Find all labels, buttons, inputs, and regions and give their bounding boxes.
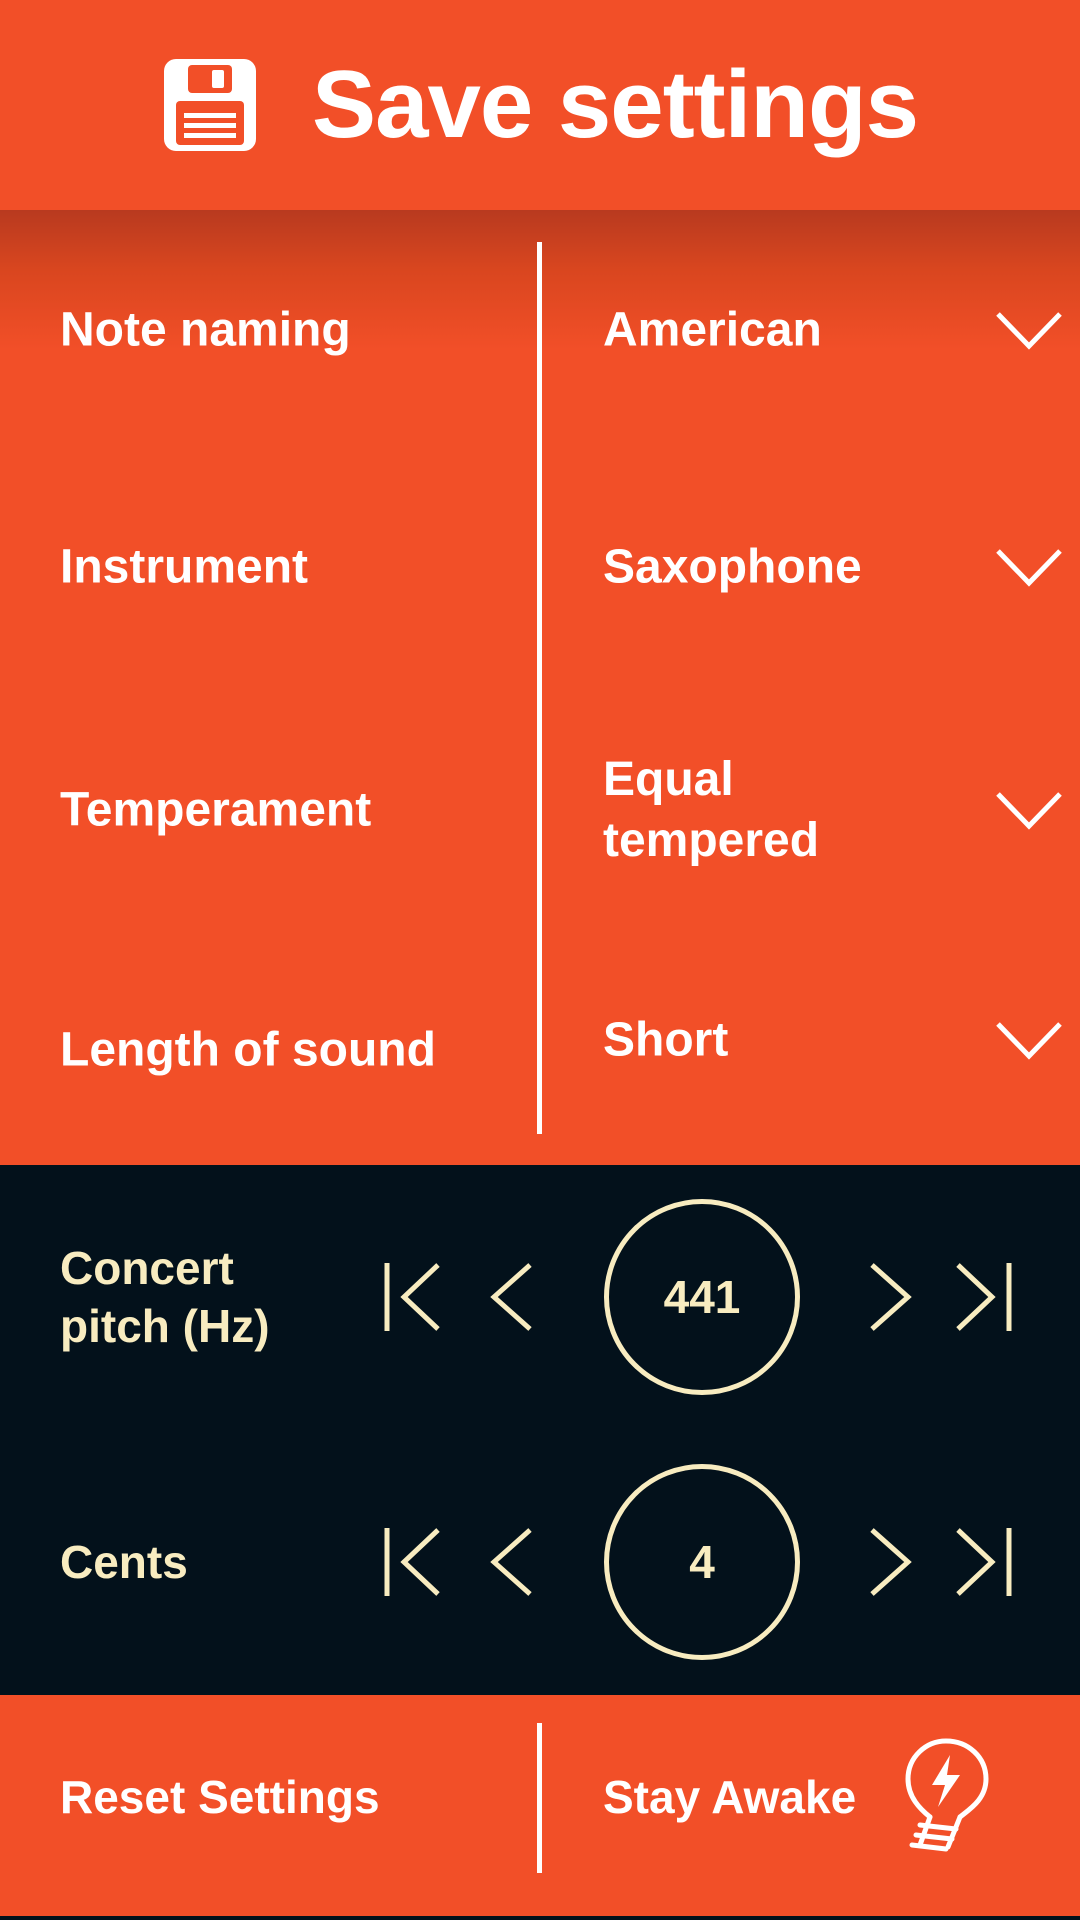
instrument-select[interactable]: Saxophone (603, 537, 903, 598)
note-naming-select[interactable]: American (603, 300, 903, 361)
floppy-disk-icon[interactable] (162, 57, 258, 153)
cents-row: Cents 4 (0, 1462, 1080, 1662)
setting-label: Temperament (60, 783, 372, 837)
length-of-sound-select[interactable]: Short (603, 1010, 903, 1071)
footer-divider (537, 1723, 542, 1873)
temperament-select[interactable]: Equal tempered (603, 749, 863, 871)
chevron-down-icon[interactable] (994, 545, 1064, 589)
setting-row-length-of-sound: Length of sound Short (0, 990, 1080, 1110)
concert-pitch-row: Concert pitch (Hz) 441 (0, 1197, 1080, 1397)
bottom-edge (0, 1916, 1080, 1920)
step-forward-icon[interactable] (858, 1259, 922, 1335)
setting-row-temperament: Temperament Equal tempered (0, 750, 1080, 870)
cents-label: Cents (60, 1536, 188, 1588)
skip-forward-icon[interactable] (950, 1259, 1014, 1335)
cents-value: 4 (604, 1464, 800, 1660)
setting-label: Length of sound (60, 1023, 436, 1077)
step-back-icon[interactable] (480, 1259, 544, 1335)
page-title[interactable]: Save settings (312, 50, 919, 160)
footer: Reset Settings Stay Awake (0, 1695, 1080, 1920)
settings-panel: Note naming American Instrument Saxophon… (0, 210, 1080, 1165)
setting-row-note-naming: Note naming American (0, 270, 1080, 390)
chevron-down-icon[interactable] (994, 788, 1064, 832)
setting-label: Instrument (60, 540, 309, 594)
skip-back-icon[interactable] (382, 1524, 446, 1600)
chevron-down-icon[interactable] (994, 308, 1064, 352)
concert-pitch-value: 441 (604, 1199, 800, 1395)
skip-back-icon[interactable] (382, 1259, 446, 1335)
pitch-panel: Concert pitch (Hz) 441 Cents 4 (0, 1165, 1080, 1695)
header: Save settings (0, 0, 1080, 210)
chevron-down-icon[interactable] (994, 1018, 1064, 1062)
reset-settings-button[interactable]: Reset Settings (60, 1770, 380, 1824)
lightbulb-bolt-icon[interactable] (890, 1737, 1000, 1857)
skip-forward-icon[interactable] (950, 1524, 1014, 1600)
setting-label: Note naming (60, 303, 351, 357)
step-forward-icon[interactable] (858, 1524, 922, 1600)
setting-row-instrument: Instrument Saxophone (0, 507, 1080, 627)
concert-pitch-label: Concert pitch (Hz) (60, 1242, 270, 1352)
step-back-icon[interactable] (480, 1524, 544, 1600)
stay-awake-button[interactable]: Stay Awake (603, 1770, 856, 1824)
